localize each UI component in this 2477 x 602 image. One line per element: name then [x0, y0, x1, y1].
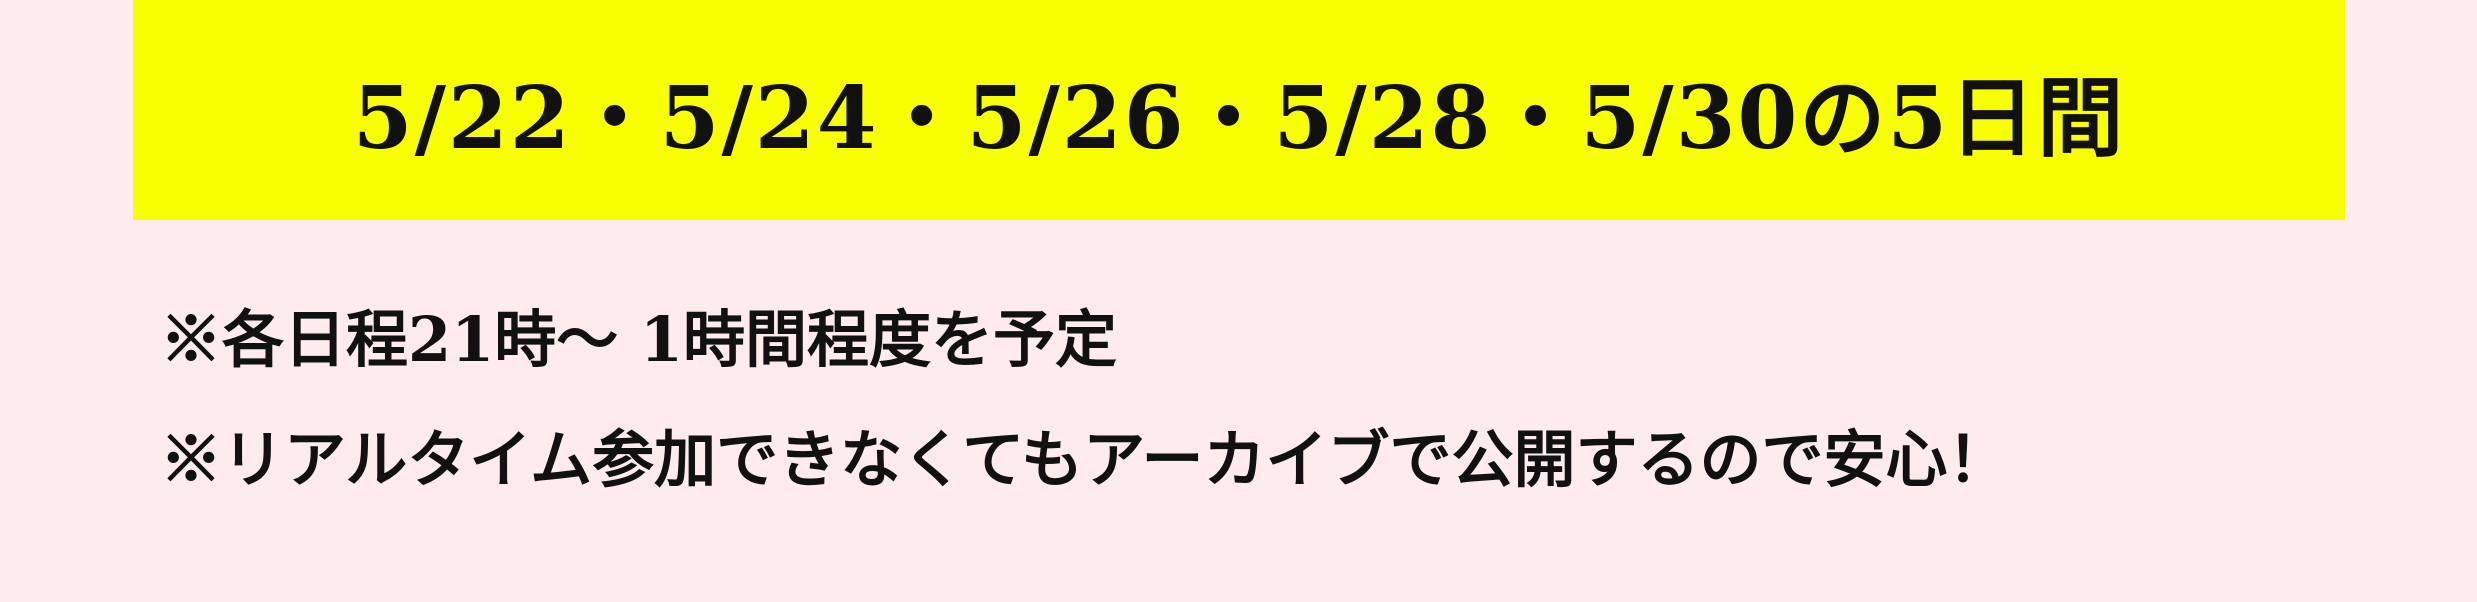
archive-note: ※リアルタイム参加できなくてもアーカイブで公開するので安心！: [160, 423, 2010, 496]
date-banner: 5/22・5/24・5/26・5/28・5/30の5日間: [133, 0, 2345, 220]
schedule-dates-heading: 5/22・5/24・5/26・5/28・5/30の5日間: [352, 67, 2126, 169]
time-note: ※各日程21時～ 1時間程度を予定: [160, 303, 1118, 376]
schedule-notes: ※各日程21時～ 1時間程度を予定 ※リアルタイム参加できなくてもアーカイブで公…: [160, 280, 2440, 520]
